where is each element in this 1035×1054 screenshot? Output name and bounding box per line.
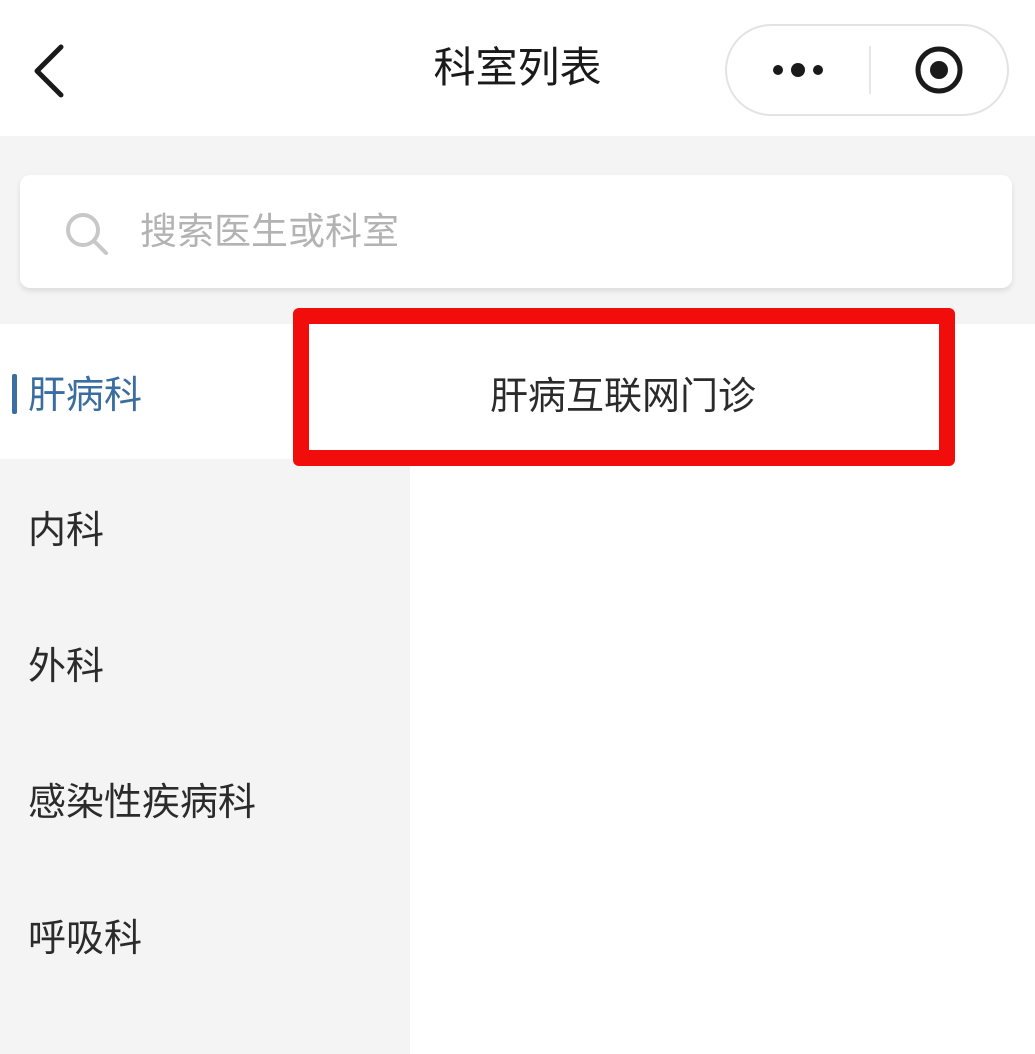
sidebar-item-label: 呼吸科	[28, 916, 143, 960]
target-circle-icon	[915, 46, 963, 94]
sidebar-item-infectious-disease[interactable]: 感染性疾病科	[0, 731, 410, 866]
sidebar-item-internal-medicine[interactable]: 内科	[0, 459, 410, 594]
more-button[interactable]	[727, 26, 869, 114]
sub-department-liver-online-clinic[interactable]: 肝病互联网门诊	[308, 335, 938, 450]
search-icon	[66, 213, 108, 255]
sidebar-item-label: 内科	[28, 508, 105, 552]
active-indicator	[12, 374, 17, 414]
more-dots-icon	[773, 63, 823, 77]
sidebar-item-label: 感染性疾病科	[28, 780, 257, 824]
mini-program-capsule	[725, 24, 1009, 116]
back-button[interactable]	[18, 36, 78, 106]
close-mini-program-button[interactable]	[871, 26, 1007, 114]
sidebar-item-surgery[interactable]: 外科	[0, 595, 410, 730]
sidebar-item-label: 肝病科	[28, 373, 143, 417]
search-box	[20, 175, 1012, 288]
sub-department-label: 肝病互联网门诊	[489, 374, 756, 418]
sidebar-item-label: 外科	[28, 644, 105, 688]
chevron-left-icon	[34, 44, 64, 98]
nav-bar: 科室列表	[0, 0, 1035, 136]
sidebar-item-respiratory[interactable]: 呼吸科	[0, 867, 410, 1002]
search-input[interactable]	[140, 175, 990, 288]
